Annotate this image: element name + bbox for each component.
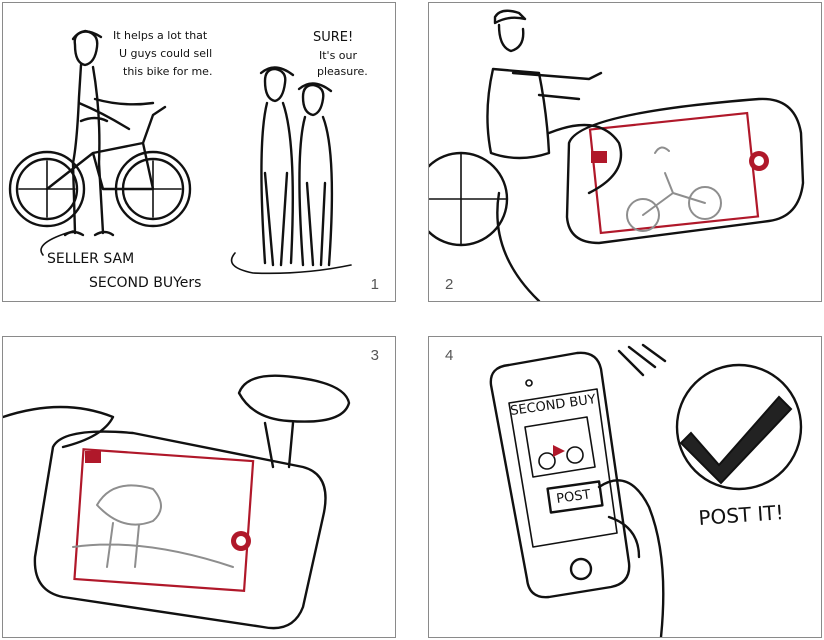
second-buyers-figures <box>230 66 352 275</box>
panel-number: 4 <box>445 347 454 364</box>
storyboard-panel-4: SECOND BUY POST POST IT! 4 <box>428 336 822 638</box>
bike-thumbnail <box>524 416 596 478</box>
buyers-speech-line-1: SURE! <box>313 30 353 45</box>
post-button-label[interactable]: POST <box>555 487 591 507</box>
panel-3-drawing <box>3 374 351 630</box>
caption-post-it: POST IT! <box>698 500 785 530</box>
checkmark-badge <box>675 363 803 491</box>
seller-speech-line-1: It helps a lot that <box>113 29 208 42</box>
panel-number: 3 <box>370 347 379 364</box>
rider-on-bike-sketch <box>429 9 603 247</box>
panel-number: 2 <box>445 276 454 293</box>
phone-recording-bike <box>565 97 805 245</box>
storyboard-panel-2: 2 <box>428 2 822 302</box>
bike-seat-sketch <box>237 374 351 469</box>
play-icon <box>553 445 565 457</box>
seller-speech-line-2: U guys could sell <box>119 47 212 60</box>
video-camera-icon <box>591 151 607 163</box>
phone-recording-seat <box>33 430 327 630</box>
buyers-speech-line-3: pleasure. <box>317 65 368 78</box>
label-second-buyers: SECOND BUYers <box>89 275 201 291</box>
buyers-speech-line-2: It's our <box>319 49 358 62</box>
label-seller-sam: SELLER SAM <box>47 251 134 267</box>
storyboard-panel-1: It helps a lot that U guys could sell th… <box>2 2 396 302</box>
checkmark-icon <box>679 395 793 485</box>
video-camera-icon <box>85 451 101 463</box>
panel-4-drawing: SECOND BUY POST POST IT! <box>489 343 803 637</box>
panel-2-drawing <box>429 9 805 301</box>
seller-speech-line-3: this bike for me. <box>123 65 212 78</box>
seller-sam-figure <box>63 29 155 237</box>
panel-number: 1 <box>370 276 379 293</box>
storyboard-panel-3: 3 <box>2 336 396 638</box>
panel-1-drawing: It helps a lot that U guys could sell th… <box>8 29 368 291</box>
home-button-icon <box>569 557 593 581</box>
